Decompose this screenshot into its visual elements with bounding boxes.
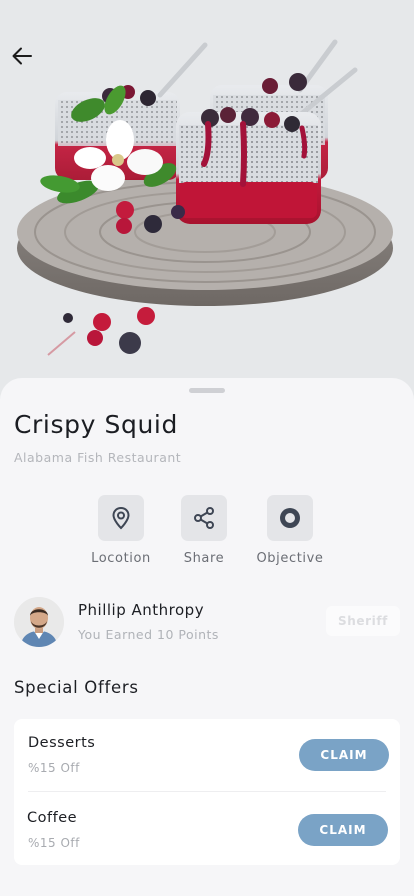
objective-label: Objective xyxy=(256,551,324,566)
back-button[interactable] xyxy=(8,42,36,70)
avatar[interactable] xyxy=(14,597,64,647)
user-row: Phillip Anthropy You Earned 10 Points Sh… xyxy=(14,597,400,647)
offers-card: Desserts %15 Off CLAIM Coffee %15 Off CL… xyxy=(14,719,400,865)
offer-name: Coffee xyxy=(27,810,78,826)
action-row: Locotion Share Objective xyxy=(0,495,414,575)
location-label: Locotion xyxy=(91,551,151,566)
claim-button-desserts[interactable]: CLAIM xyxy=(299,739,389,771)
share-icon xyxy=(194,507,214,529)
rank-badge[interactable]: Sheriff xyxy=(326,606,400,636)
share-action-box[interactable] xyxy=(181,495,227,541)
detail-sheet: Crispy Squid Alabama Fish Restaurant Loc… xyxy=(0,378,414,896)
location-action-box[interactable] xyxy=(98,495,144,541)
special-offers-title: Special Offers xyxy=(14,678,139,697)
location-pin-icon xyxy=(112,506,130,530)
offer-discount: %15 Off xyxy=(28,836,80,850)
objective-action-box[interactable] xyxy=(267,495,313,541)
offer-name: Desserts xyxy=(28,735,96,751)
offer-item-coffee: Coffee %15 Off CLAIM xyxy=(14,792,400,865)
user-avatar-icon xyxy=(14,597,64,647)
hero-image xyxy=(0,0,414,400)
item-title: Crispy Squid xyxy=(14,410,178,439)
target-icon xyxy=(280,508,300,528)
offer-discount: %15 Off xyxy=(28,761,80,775)
restaurant-name: Alabama Fish Restaurant xyxy=(14,450,182,465)
arrow-left-icon xyxy=(12,47,32,65)
claim-button-coffee[interactable]: CLAIM xyxy=(298,814,388,846)
location-action[interactable]: Locotion xyxy=(78,495,164,566)
offer-item-desserts: Desserts %15 Off CLAIM xyxy=(14,719,400,792)
share-action[interactable]: Share xyxy=(161,495,247,566)
dessert-photo xyxy=(0,0,414,400)
objective-action[interactable]: Objective xyxy=(247,495,333,566)
user-name: Phillip Anthropy xyxy=(78,601,205,619)
share-label: Share xyxy=(183,551,225,566)
sheet-drag-handle[interactable] xyxy=(189,388,225,393)
user-points: You Earned 10 Points xyxy=(78,627,219,642)
